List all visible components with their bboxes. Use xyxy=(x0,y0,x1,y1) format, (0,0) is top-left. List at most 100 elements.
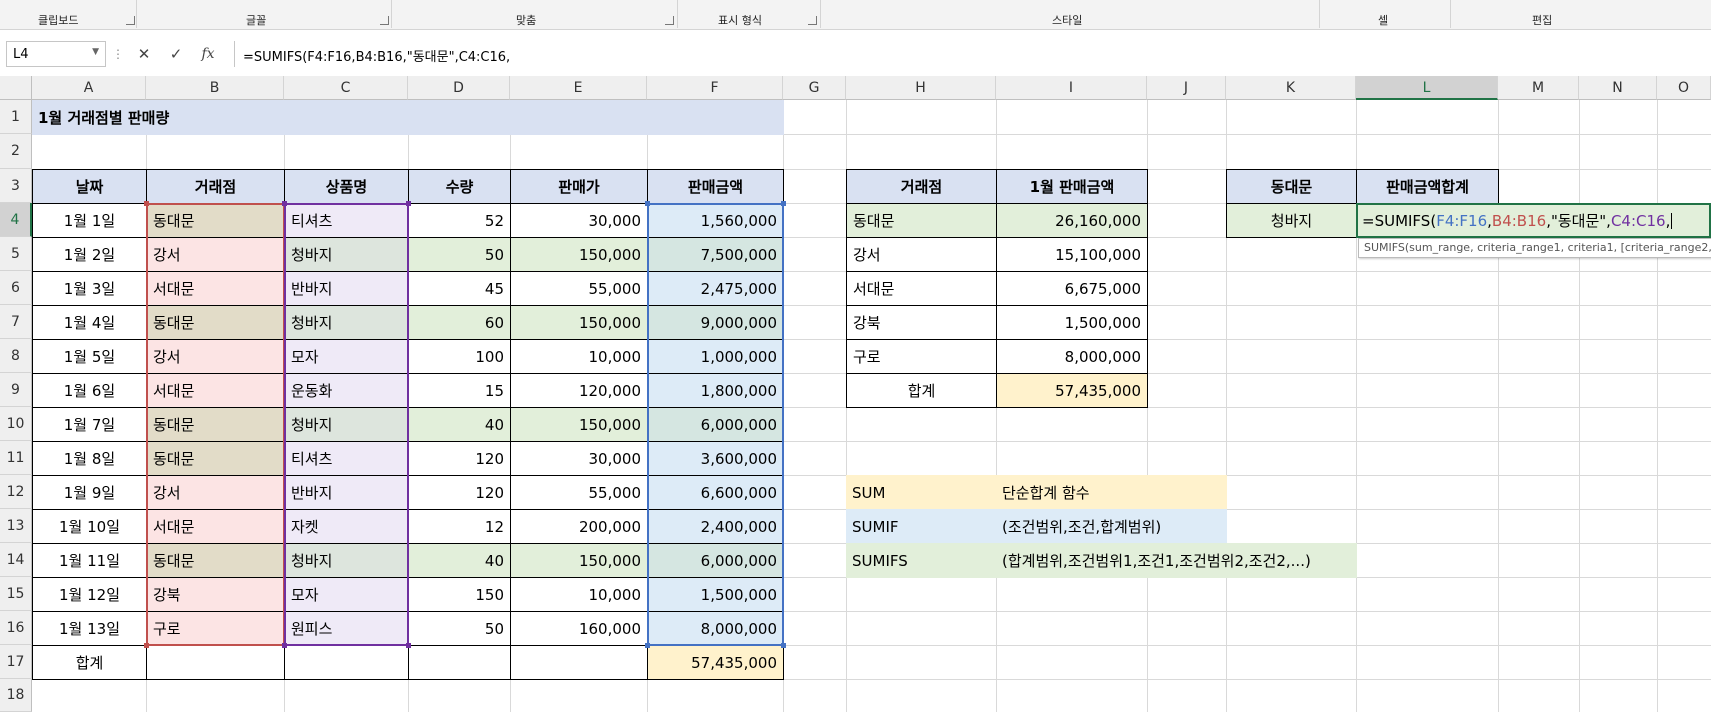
row-header-17[interactable]: 17 xyxy=(0,645,32,679)
column-header-g[interactable]: G xyxy=(783,76,846,100)
table-cell[interactable]: 1월 8일 xyxy=(32,441,147,476)
table-cell[interactable]: 6,000,000 xyxy=(647,407,784,442)
column-header-j[interactable]: J xyxy=(1147,76,1226,100)
table-cell[interactable]: 52 xyxy=(408,203,511,238)
table-cell[interactable]: 1,000,000 xyxy=(647,339,784,374)
range-handle[interactable] xyxy=(645,643,650,648)
table-cell[interactable]: 강서 xyxy=(146,339,285,374)
font-launcher-icon[interactable] xyxy=(380,16,389,25)
row-header-14[interactable]: 14 xyxy=(0,543,32,577)
table-cell[interactable]: 1,560,000 xyxy=(647,203,784,238)
ribbon-group-cells[interactable]: 셀 xyxy=(1378,12,1388,28)
total-value[interactable]: 57,435,000 xyxy=(647,645,784,680)
table-cell[interactable]: 1월 4일 xyxy=(32,305,147,340)
table-cell[interactable]: 120 xyxy=(408,475,511,510)
table-cell[interactable]: 1,800,000 xyxy=(647,373,784,408)
table-cell[interactable]: 45 xyxy=(408,271,511,306)
summary-amount[interactable]: 6,675,000 xyxy=(996,271,1148,306)
table-cell[interactable]: 9,000,000 xyxy=(647,305,784,340)
table-cell[interactable]: 6,000,000 xyxy=(647,543,784,578)
table-cell[interactable]: 청바지 xyxy=(284,543,409,578)
active-cell-l4[interactable]: =SUMIFS(F4:F16, B4:B16 ,"동대문", C4:C16, xyxy=(1356,203,1711,238)
table-cell[interactable]: 1월 5일 xyxy=(32,339,147,374)
table-cell[interactable]: 모자 xyxy=(284,577,409,612)
table-cell[interactable]: 반바지 xyxy=(284,475,409,510)
ribbon-group-clipboard[interactable]: 클립보드 xyxy=(38,12,78,28)
row-header-11[interactable]: 11 xyxy=(0,441,32,475)
table-cell[interactable]: 150,000 xyxy=(510,305,648,340)
table-cell[interactable]: 50 xyxy=(408,611,511,646)
table-cell[interactable]: 자켓 xyxy=(284,509,409,544)
row-header-1[interactable]: 1 xyxy=(0,100,32,134)
column-header-h[interactable]: H xyxy=(846,76,996,100)
table-cell[interactable]: 동대문 xyxy=(146,407,285,442)
table-cell[interactable]: 50 xyxy=(408,237,511,272)
ribbon-group-styles[interactable]: 스타일 xyxy=(1052,12,1082,28)
table-cell[interactable]: 55,000 xyxy=(510,475,648,510)
table-cell[interactable]: 티셔츠 xyxy=(284,441,409,476)
table-header[interactable]: 날짜 xyxy=(32,169,147,204)
cancel-icon[interactable]: ✕ xyxy=(132,41,156,67)
table-cell[interactable]: 강서 xyxy=(146,237,285,272)
table-cell[interactable]: 강서 xyxy=(146,475,285,510)
table-cell[interactable]: 15 xyxy=(408,373,511,408)
table-cell[interactable]: 1월 2일 xyxy=(32,237,147,272)
row-header-2[interactable]: 2 xyxy=(0,134,32,169)
table-cell[interactable]: 1월 12일 xyxy=(32,577,147,612)
range-handle[interactable] xyxy=(282,201,287,206)
ribbon-group-number-format[interactable]: 표시 형식 xyxy=(718,12,762,28)
row-header-9[interactable]: 9 xyxy=(0,373,32,407)
clipboard-launcher-icon[interactable] xyxy=(126,16,135,25)
ribbon-group-alignment[interactable]: 맞춤 xyxy=(516,12,536,28)
summary-branch[interactable]: 강서 xyxy=(846,237,997,272)
table-cell[interactable]: 30,000 xyxy=(510,441,648,476)
table-cell[interactable]: 1월 13일 xyxy=(32,611,147,646)
table-cell[interactable]: 청바지 xyxy=(284,407,409,442)
table-cell[interactable]: 7,500,000 xyxy=(647,237,784,272)
table-cell[interactable]: 서대문 xyxy=(146,509,285,544)
row-header-18[interactable]: 18 xyxy=(0,679,32,712)
table-cell[interactable]: 운동화 xyxy=(284,373,409,408)
function-syntax[interactable]: (합계범위,조건범위1,조건1,조건범위2,조건2,...) xyxy=(996,543,1357,578)
column-header-b[interactable]: B xyxy=(146,76,284,100)
table-cell[interactable]: 30,000 xyxy=(510,203,648,238)
table-cell[interactable]: 120,000 xyxy=(510,373,648,408)
summary-header[interactable]: 거래점 xyxy=(846,169,997,204)
enter-icon[interactable]: ✓ xyxy=(164,41,188,67)
ribbon-group-font[interactable]: 글꼴 xyxy=(246,12,266,28)
table-header[interactable]: 수량 xyxy=(408,169,511,204)
number-format-launcher-icon[interactable] xyxy=(808,16,817,25)
table-cell[interactable]: 60 xyxy=(408,305,511,340)
table-cell[interactable]: 서대문 xyxy=(146,271,285,306)
table-cell[interactable]: 청바지 xyxy=(284,237,409,272)
row-header-4[interactable]: 4 xyxy=(0,203,32,237)
summary-header[interactable]: 1월 판매금액 xyxy=(996,169,1148,204)
summary-total-value[interactable]: 57,435,000 xyxy=(996,373,1148,408)
ribbon-group-editing[interactable]: 편집 xyxy=(1532,12,1552,28)
row-header-6[interactable]: 6 xyxy=(0,271,32,305)
table-cell[interactable]: 1월 10일 xyxy=(32,509,147,544)
table-cell[interactable]: 1,500,000 xyxy=(647,577,784,612)
summary-amount[interactable]: 1,500,000 xyxy=(996,305,1148,340)
summary-amount[interactable]: 15,100,000 xyxy=(996,237,1148,272)
table-cell[interactable]: 150 xyxy=(408,577,511,612)
table-cell[interactable]: 10,000 xyxy=(510,339,648,374)
table-cell[interactable]: 강북 xyxy=(146,577,285,612)
row-header-3[interactable]: 3 xyxy=(0,169,32,203)
column-header-m[interactable]: M xyxy=(1498,76,1579,100)
table-cell[interactable]: 12 xyxy=(408,509,511,544)
table-cell[interactable]: 1월 1일 xyxy=(32,203,147,238)
table-cell[interactable]: 구로 xyxy=(146,611,285,646)
table-header[interactable]: 거래점 xyxy=(146,169,285,204)
column-header-d[interactable]: D xyxy=(408,76,510,100)
table-cell[interactable]: 동대문 xyxy=(146,543,285,578)
table-cell[interactable]: 1월 7일 xyxy=(32,407,147,442)
row-header-13[interactable]: 13 xyxy=(0,509,32,543)
function-syntax[interactable]: 단순합계 함수 xyxy=(996,475,1227,510)
function-name[interactable]: SUMIFS xyxy=(846,543,997,578)
function-name[interactable]: SUMIF xyxy=(846,509,997,544)
summary-amount[interactable]: 8,000,000 xyxy=(996,339,1148,374)
column-header-n[interactable]: N xyxy=(1579,76,1657,100)
total-label[interactable]: 합계 xyxy=(32,645,147,680)
table-cell[interactable]: 100 xyxy=(408,339,511,374)
